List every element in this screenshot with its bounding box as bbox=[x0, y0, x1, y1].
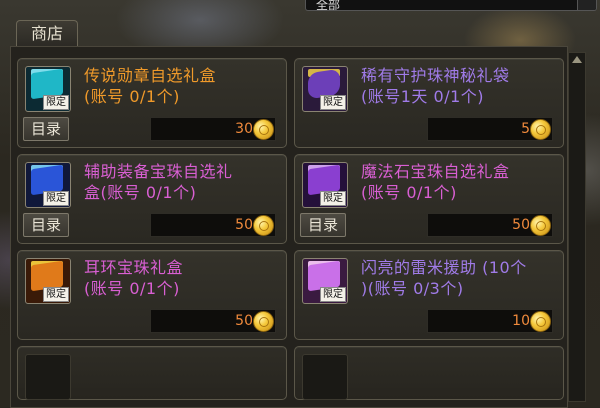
item-name: 稀有守护珠神秘礼袋 bbox=[361, 66, 510, 85]
item-limit: (账号 0/1个) bbox=[361, 183, 457, 202]
item-title: 稀有守护珠神秘礼袋 (账号1天 0/1个) bbox=[361, 65, 557, 107]
item-price: 30 bbox=[235, 121, 253, 137]
purple-pouch-icon[interactable]: 限定 bbox=[302, 66, 348, 112]
limited-tag: 限定 bbox=[43, 287, 69, 302]
limited-tag: 限定 bbox=[320, 95, 346, 110]
item-title: 传说勋章自选礼盒 (账号 0/1个) bbox=[84, 65, 280, 107]
magic-stone-box-icon[interactable]: 限定 bbox=[302, 162, 348, 208]
item-title: 闪亮的雷米援助 (10个 )(账号 0/3个) bbox=[361, 257, 557, 299]
empty-item-slot bbox=[25, 354, 71, 400]
pink-crystal-icon[interactable]: 限定 bbox=[302, 258, 348, 304]
catalog-button[interactable]: 目录 bbox=[23, 117, 69, 141]
price-bar: 50 bbox=[150, 309, 276, 333]
scrollbar[interactable] bbox=[568, 52, 586, 402]
limited-tag: 限定 bbox=[320, 287, 346, 302]
item-price: 50 bbox=[512, 217, 530, 233]
category-dropdown-value: 全部 bbox=[316, 0, 341, 11]
empty-item-slot bbox=[302, 354, 348, 400]
catalog-button[interactable]: 目录 bbox=[300, 213, 346, 237]
gold-coin-icon bbox=[253, 119, 274, 140]
cyan-gift-box-icon[interactable]: 限定 bbox=[25, 66, 71, 112]
tab-shop[interactable]: 商店 bbox=[16, 20, 78, 47]
shop-item-card[interactable]: 限定 耳环宝珠礼盒 (账号 0/1个) 50 bbox=[17, 250, 287, 340]
shop-item-card[interactable]: 限定 目录 魔法石宝珠自选礼盒 (账号 0/1个) 50 bbox=[294, 154, 564, 244]
shop-item-card[interactable]: 限定 目录 辅助装备宝珠自选礼 盒(账号 0/1个) 50 bbox=[17, 154, 287, 244]
limited-tag: 限定 bbox=[320, 191, 346, 206]
item-price: 10 bbox=[512, 313, 530, 329]
gold-coin-icon bbox=[253, 215, 274, 236]
item-title: 辅助装备宝珠自选礼 盒(账号 0/1个) bbox=[84, 161, 280, 203]
shop-item-card[interactable]: 限定 闪亮的雷米援助 (10个 )(账号 0/3个) 10 bbox=[294, 250, 564, 340]
price-bar: 10 bbox=[427, 309, 553, 333]
shop-item-card-empty[interactable] bbox=[294, 346, 564, 400]
price-bar: 5 bbox=[427, 117, 553, 141]
orange-gift-box-icon[interactable]: 限定 bbox=[25, 258, 71, 304]
gold-coin-icon bbox=[253, 311, 274, 332]
item-price: 50 bbox=[235, 217, 253, 233]
shop-item-card[interactable]: 限定 稀有守护珠神秘礼袋 (账号1天 0/1个) 5 bbox=[294, 58, 564, 148]
chevron-down-icon[interactable] bbox=[577, 0, 596, 10]
item-price: 50 bbox=[235, 313, 253, 329]
item-limit: (账号 0/1个) bbox=[84, 87, 180, 106]
limited-tag: 限定 bbox=[43, 95, 69, 110]
limited-tag: 限定 bbox=[43, 191, 69, 206]
item-name: 耳环宝珠礼盒 bbox=[84, 258, 184, 277]
blue-orb-box-icon[interactable]: 限定 bbox=[25, 162, 71, 208]
item-title: 魔法石宝珠自选礼盒 (账号 0/1个) bbox=[361, 161, 557, 203]
item-name: 辅助装备宝珠自选礼 bbox=[84, 162, 233, 181]
item-name: 传说勋章自选礼盒 bbox=[84, 66, 217, 85]
item-limit: 盒(账号 0/1个) bbox=[84, 183, 197, 202]
item-name: 闪亮的雷米援助 (10个 bbox=[361, 258, 527, 277]
price-bar: 50 bbox=[150, 213, 276, 237]
category-dropdown[interactable]: 全部 bbox=[305, 0, 597, 11]
item-limit: (账号1天 0/1个) bbox=[361, 87, 485, 106]
catalog-button[interactable]: 目录 bbox=[23, 213, 69, 237]
item-limit: )(账号 0/3个) bbox=[361, 279, 464, 298]
gold-coin-icon bbox=[530, 119, 551, 140]
price-bar: 50 bbox=[427, 213, 553, 237]
shop-item-card[interactable]: 限定 目录 传说勋章自选礼盒 (账号 0/1个) 30 bbox=[17, 58, 287, 148]
scroll-up-arrow-icon[interactable] bbox=[572, 56, 582, 63]
item-price: 5 bbox=[521, 121, 530, 137]
item-limit: (账号 0/1个) bbox=[84, 279, 180, 298]
gold-coin-icon bbox=[530, 311, 551, 332]
item-name: 魔法石宝珠自选礼盒 bbox=[361, 162, 510, 181]
price-bar: 30 bbox=[150, 117, 276, 141]
gold-coin-icon bbox=[530, 215, 551, 236]
shop-item-card-empty[interactable] bbox=[17, 346, 287, 400]
item-title: 耳环宝珠礼盒 (账号 0/1个) bbox=[84, 257, 280, 299]
